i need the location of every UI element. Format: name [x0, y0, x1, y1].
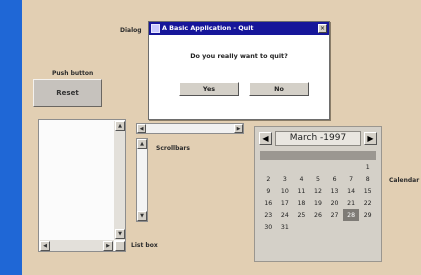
list-box-caption: List box: [131, 242, 158, 249]
next-month-icon[interactable]: ▶: [364, 132, 377, 145]
quit-dialog: A Basic Application - Quit × Do you real…: [148, 21, 330, 120]
left-edge-strip: [0, 0, 22, 275]
calendar-day-cell: [326, 221, 343, 233]
calendar-day-cell[interactable]: 15: [359, 185, 376, 197]
yes-button[interactable]: Yes: [179, 82, 239, 96]
calendar-day-cell[interactable]: 21: [343, 197, 360, 209]
calendar-day-cell[interactable]: 25: [293, 209, 310, 221]
calendar-day-cell: [260, 161, 277, 173]
calendar-day-cell: [277, 161, 294, 173]
calendar-day-cell[interactable]: 8: [359, 173, 376, 185]
calendar-day-cell: [310, 161, 327, 173]
close-icon[interactable]: ×: [318, 24, 327, 33]
calendar-month-label: March -1997: [275, 131, 361, 146]
list-scroll-right-button[interactable]: ▶: [103, 241, 113, 251]
calendar-grid: 1 2 3 4 5 6 7 8 9 10 11 12 13 14 15 16 17 18 19 20 21 22 23 24 2…: [260, 161, 376, 233]
calendar-day-cell: [343, 161, 360, 173]
list-scroll-up-button[interactable]: ▲: [115, 121, 125, 131]
calendar-day-cell[interactable]: 14: [343, 185, 360, 197]
dialog-titlebar[interactable]: A Basic Application - Quit ×: [149, 22, 329, 35]
scroll-right-button[interactable]: ▶: [234, 124, 243, 133]
calendar-week-row: 16 17 18 19 20 21 22: [260, 197, 376, 209]
calendar-day-cell[interactable]: 11: [293, 185, 310, 197]
calendar-day-cell[interactable]: 23: [260, 209, 277, 221]
calendar-week-row: 2345678: [260, 173, 376, 185]
calendar-day-cell: [293, 161, 310, 173]
vertical-scrollbar[interactable]: ▲ ▼: [136, 138, 148, 222]
dialog-caption: Dialog: [120, 27, 142, 34]
calendar-day-cell[interactable]: 6: [326, 173, 343, 185]
calendar-day-cell[interactable]: 10: [277, 185, 294, 197]
calendar-weekday-header: [260, 151, 376, 160]
list-scroll-left-button[interactable]: ◀: [40, 241, 50, 251]
calendar-day-cell[interactable]: 27: [326, 209, 343, 221]
list-vertical-scroll-track[interactable]: [114, 121, 125, 240]
calendar-day-cell[interactable]: 29: [359, 209, 376, 221]
calendar-day-cell: [293, 221, 310, 233]
list-scroll-corner: [115, 241, 125, 251]
calendar-day-cell[interactable]: 30: [260, 221, 277, 233]
scroll-down-button[interactable]: ▼: [137, 211, 147, 221]
calendar-day-cell: [343, 221, 360, 233]
calendar-day-cell[interactable]: 19: [310, 197, 327, 209]
calendar-day-cell[interactable]: 18: [293, 197, 310, 209]
calendar-day-cell[interactable]: 3: [277, 173, 294, 185]
calendar-day-cell[interactable]: 2: [260, 173, 277, 185]
calendar-day-cell[interactable]: 22: [359, 197, 376, 209]
calendar-day-cell[interactable]: 7: [343, 173, 360, 185]
list-scroll-down-button[interactable]: ▼: [115, 229, 125, 239]
scroll-up-button[interactable]: ▲: [137, 139, 147, 149]
calendar-day-cell: [359, 221, 376, 233]
calendar-day-cell[interactable]: 9: [260, 185, 277, 197]
calendar-day-cell: [310, 221, 327, 233]
calendar-day-cell: [326, 161, 343, 173]
calendar-header: ◀ March -1997 ▶: [259, 131, 377, 146]
calendar-day-cell[interactable]: 13: [326, 185, 343, 197]
calendar-week-row: 1: [260, 161, 376, 173]
push-button-caption: Push button: [52, 70, 94, 77]
reset-button[interactable]: Reset: [33, 79, 102, 107]
scrollbars-caption: Scrollbars: [156, 145, 190, 152]
calendar-day-cell[interactable]: 28: [342, 209, 360, 221]
calendar-day-cell[interactable]: 17: [277, 197, 294, 209]
calendar-day-cell[interactable]: 1: [359, 161, 376, 173]
calendar-day-cell[interactable]: 12: [310, 185, 327, 197]
no-button[interactable]: No: [249, 82, 309, 96]
app-icon: [151, 24, 160, 33]
dialog-title: A Basic Application - Quit: [162, 24, 254, 32]
calendar-week-row: 9 10 11 12 13 14 15: [260, 185, 376, 197]
horizontal-scrollbar[interactable]: ◀ ▶: [136, 123, 244, 134]
calendar-week-row: 30 31: [260, 221, 376, 233]
calendar-day-cell[interactable]: 4: [293, 173, 310, 185]
calendar-day-cell[interactable]: 5: [310, 173, 327, 185]
scroll-left-button[interactable]: ◀: [137, 124, 146, 133]
calendar: ◀ March -1997 ▶ 1 2 3 4 5 6 7 8 9 10 11 12 13 14 15 16 1…: [254, 126, 382, 262]
dialog-prompt: Do you really want to quit?: [190, 52, 288, 60]
calendar-day-cell[interactable]: 20: [326, 197, 343, 209]
calendar-day-cell[interactable]: 16: [260, 197, 277, 209]
calendar-day-cell[interactable]: 26: [310, 209, 327, 221]
calendar-caption: Calendar: [389, 177, 420, 184]
calendar-day-cell[interactable]: 31: [277, 221, 294, 233]
prev-month-icon[interactable]: ◀: [259, 132, 272, 145]
list-box[interactable]: ▲ ▼ ◀ ▶: [38, 119, 126, 252]
calendar-day-cell[interactable]: 24: [277, 209, 294, 221]
calendar-week-row: 23 24 25 26 27 28 29: [260, 209, 376, 221]
